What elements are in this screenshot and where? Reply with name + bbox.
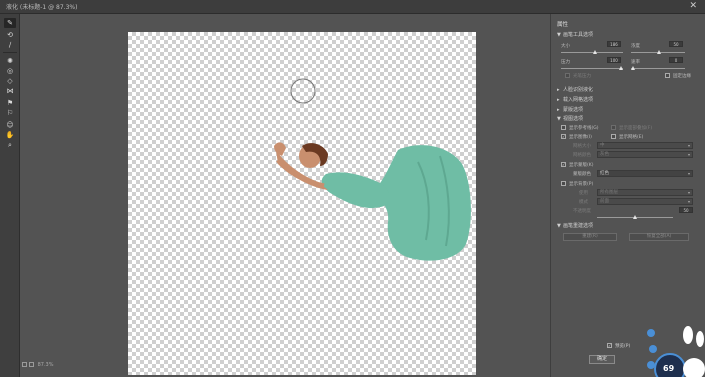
show-image-checkbox[interactable]: ✓ xyxy=(561,134,566,139)
stylus-pressure-checkbox[interactable] xyxy=(565,73,570,78)
mesh-size-label: 网格大小 xyxy=(573,144,591,149)
pressure-label: 压力 xyxy=(561,60,570,65)
thaw-mask-tool-icon[interactable]: ⚐ xyxy=(4,108,16,118)
panel-title: 属性 xyxy=(557,22,569,28)
rate-value[interactable]: 0 xyxy=(669,57,683,63)
show-guides-checkbox[interactable] xyxy=(561,125,566,130)
face-aware-section[interactable]: ▸ 人脸识别液化 xyxy=(557,86,593,93)
face-tool-icon[interactable]: ☺ xyxy=(4,120,16,130)
mask-options-section[interactable]: ▸ 蒙版选项 xyxy=(557,106,583,113)
use-select[interactable]: 所有图层 ▾ xyxy=(597,189,693,196)
density-label: 浓度 xyxy=(631,44,640,49)
show-backdrop-label: 显示背景(P) xyxy=(569,182,594,187)
size-slider[interactable] xyxy=(561,50,623,54)
show-mask-checkbox[interactable]: ✓ xyxy=(561,162,566,167)
pressure-slider[interactable] xyxy=(561,66,623,70)
smooth-tool-icon[interactable]: ∕ xyxy=(4,40,16,50)
show-face-overlay-label: 显示面部叠加(F) xyxy=(619,126,653,131)
zoom-readout[interactable]: 87.3% xyxy=(38,362,54,368)
reconstruct-button[interactable]: 重建(R) xyxy=(563,233,617,241)
reconstruct-tool-icon[interactable]: ⟲ xyxy=(4,30,16,40)
rabbit-face-icon xyxy=(683,358,705,377)
preview-label: 预览(P) xyxy=(615,344,631,349)
ok-button[interactable]: 确定 xyxy=(589,355,615,364)
twirl-tool-icon[interactable]: ✺ xyxy=(4,56,16,66)
zoom-tool-icon[interactable]: ⌕ xyxy=(4,140,16,150)
show-image-label: 显示图像(I) xyxy=(569,135,592,140)
show-backdrop-checkbox[interactable] xyxy=(561,181,566,186)
density-slider[interactable] xyxy=(631,50,685,54)
mesh-color-label: 网格颜色 xyxy=(573,153,591,158)
size-label: 大小 xyxy=(561,44,570,49)
gauge-value: 69 xyxy=(663,364,675,373)
pin-edges-label: 固定边缘 xyxy=(673,74,691,79)
close-icon[interactable]: ✕ xyxy=(689,1,697,11)
hand-tool-icon[interactable]: ✋ xyxy=(4,130,16,140)
brush-cursor xyxy=(290,78,316,104)
brush-reconstruct-section[interactable]: ▼ 画笔重建选项 xyxy=(557,222,593,229)
rabbit-ear-icon xyxy=(696,331,704,347)
mode-label: 模式 xyxy=(579,200,588,205)
opacity-value[interactable]: 50 xyxy=(679,207,693,213)
push-left-tool-icon[interactable]: ⋈ xyxy=(4,86,16,96)
density-value[interactable]: 50 xyxy=(669,41,683,47)
liquify-window: 液化 (未标题-1 @ 87.3%) ✕ ✎ ⟲ ∕ ✺ ◎ ◇ ⋈ ⚑ ⚐ ☺… xyxy=(0,0,705,377)
fit-view-icon[interactable] xyxy=(22,362,27,367)
view-options-section[interactable]: ▼ 视图选项 xyxy=(557,115,583,122)
rate-label: 速率 xyxy=(631,60,640,65)
mask-color-select[interactable]: 红色 ▾ xyxy=(597,170,693,177)
properties-panel: 属性 ▼ 画笔工具选项 大小 186 浓度 50 压力 100 速率 0 光笔压力… xyxy=(550,14,705,377)
brush-options-section[interactable]: ▼ 画笔工具选项 xyxy=(557,31,593,38)
rate-slider[interactable] xyxy=(631,66,685,70)
widget-dot-icon[interactable] xyxy=(647,361,655,369)
bloat-tool-icon[interactable]: ◇ xyxy=(4,76,16,86)
widget-dot-icon[interactable] xyxy=(647,329,655,337)
show-mesh-checkbox[interactable] xyxy=(611,134,616,139)
size-value[interactable]: 186 xyxy=(607,41,621,47)
mask-color-label: 蒙版颜色 xyxy=(573,172,591,177)
tool-divider xyxy=(3,52,17,53)
restore-all-button[interactable]: 恢复全部(A) xyxy=(629,233,689,241)
use-label: 使用 xyxy=(579,191,588,196)
show-face-overlay-checkbox[interactable] xyxy=(611,125,616,130)
freeze-mask-tool-icon[interactable]: ⚑ xyxy=(4,98,16,108)
stylus-pressure-label: 光笔压力 xyxy=(573,74,591,79)
tool-panel: ✎ ⟲ ∕ ✺ ◎ ◇ ⋈ ⚑ ⚐ ☺ ✋ ⌕ xyxy=(0,14,20,377)
pressure-value[interactable]: 100 xyxy=(607,57,621,63)
pucker-tool-icon[interactable]: ◎ xyxy=(4,66,16,76)
widget-dot-icon[interactable] xyxy=(649,345,657,353)
layer-image xyxy=(274,78,471,261)
status-bar: 87.3% xyxy=(22,362,53,368)
opacity-label: 不透明度 xyxy=(573,209,591,214)
mesh-color-select[interactable]: 灰色 ▾ xyxy=(597,151,693,158)
opacity-slider[interactable] xyxy=(597,215,673,219)
load-mesh-section[interactable]: ▸ 载入网格选项 xyxy=(557,96,593,103)
title-bar: 液化 (未标题-1 @ 87.3%) ✕ xyxy=(0,0,705,14)
actual-size-icon[interactable] xyxy=(29,362,34,367)
document-canvas[interactable] xyxy=(128,32,476,375)
canvas-area xyxy=(20,14,550,377)
rabbit-ear-icon xyxy=(683,326,693,344)
forward-warp-tool-icon[interactable]: ✎ xyxy=(4,18,16,28)
dress-body xyxy=(321,172,390,209)
window-title: 液化 (未标题-1 @ 87.3%) xyxy=(6,4,78,11)
floating-widget xyxy=(647,326,705,377)
preview-checkbox[interactable]: ✓ xyxy=(607,343,612,348)
pin-edges-checkbox[interactable] xyxy=(665,73,670,78)
show-mesh-label: 显示网格(E) xyxy=(619,135,644,140)
show-mask-label: 显示蒙版(K) xyxy=(569,163,594,168)
mesh-size-select[interactable]: 中 ▾ xyxy=(597,142,693,149)
mode-select[interactable]: 前面 ▾ xyxy=(597,198,693,205)
show-guides-label: 显示参考线(G) xyxy=(569,126,599,131)
